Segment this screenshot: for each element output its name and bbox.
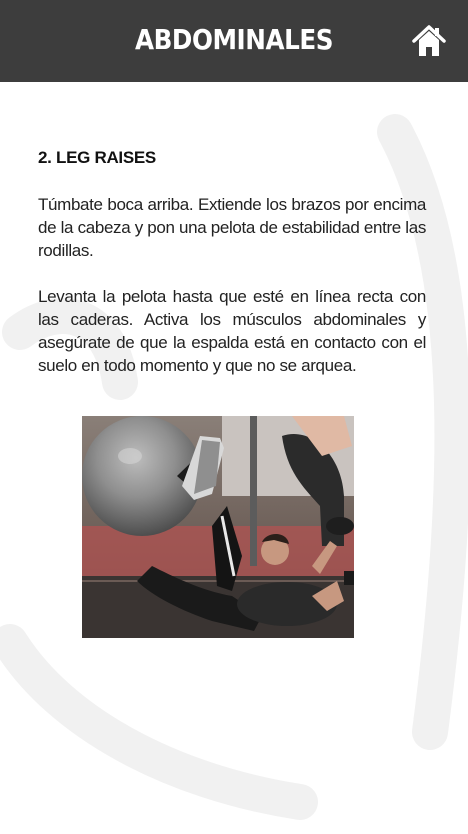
home-icon bbox=[412, 25, 446, 56]
screen: ABDOMINALES 2. LEG RAISES Túmbate boca a… bbox=[0, 0, 468, 834]
exercise-photo bbox=[82, 416, 354, 638]
home-button[interactable] bbox=[410, 22, 448, 60]
exercise-description-1: Túmbate boca arriba. Extiende los brazos… bbox=[38, 195, 426, 260]
exercise-description-2: Levanta la pelota hasta que esté en líne… bbox=[38, 287, 426, 375]
exercise-content: 2. LEG RAISES Túmbate boca arriba. Extie… bbox=[38, 148, 426, 400]
page-title: ABDOMINALES bbox=[134, 23, 334, 56]
exercise-title: 2. LEG RAISES bbox=[38, 148, 156, 167]
app-header: ABDOMINALES bbox=[0, 0, 468, 82]
